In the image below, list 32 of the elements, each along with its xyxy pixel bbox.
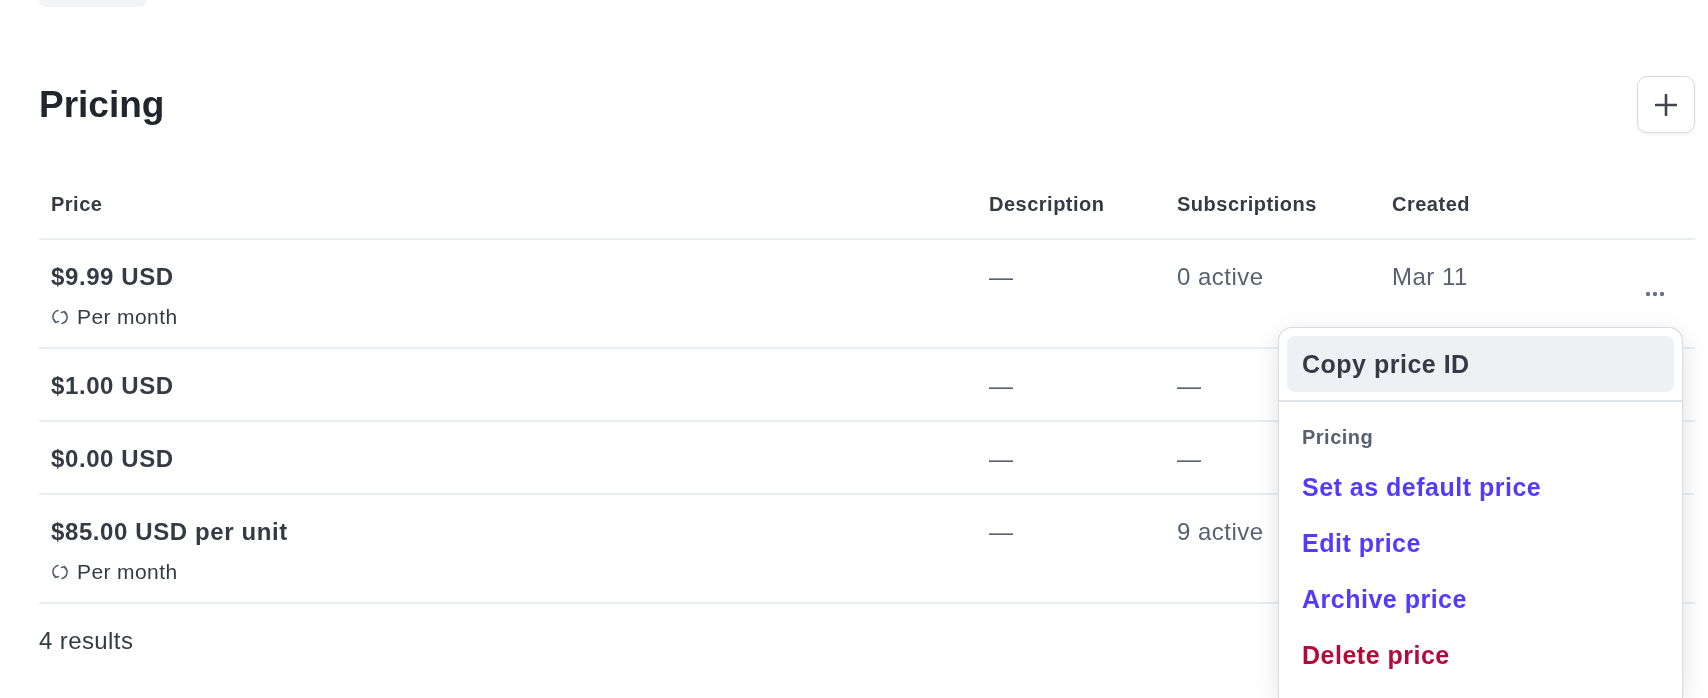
column-header: Created (1392, 192, 1470, 215)
menu-item[interactable]: Delete price (1287, 627, 1674, 683)
more-icon (1644, 290, 1665, 297)
section-title: Pricing (39, 83, 165, 126)
table-cell: 9 active (1177, 518, 1264, 545)
interval-text: Per month (77, 560, 178, 584)
table-cell: — (1177, 372, 1202, 399)
column-header: Price (51, 192, 103, 215)
column-header: Subscriptions (1177, 192, 1317, 215)
menu-item[interactable]: Copy price ID (1287, 336, 1674, 392)
column-header: Description (989, 192, 1105, 215)
price-text: $9.99 USD (51, 263, 175, 291)
table-cell: — (989, 263, 1014, 290)
table-cell: — (989, 518, 1014, 545)
plus-icon (1655, 93, 1677, 116)
refresh-icon (51, 308, 69, 326)
table-cell: 0 active (1177, 263, 1264, 290)
price-text: $85.00 USD per unit (51, 518, 289, 546)
table-cell: — (1177, 445, 1202, 472)
table-cell: Mar 11 (1392, 263, 1468, 290)
menu-item[interactable]: Edit price (1287, 515, 1674, 571)
menu-item[interactable]: Archive price (1287, 571, 1674, 627)
menu-heading: Pricing (1301, 425, 1375, 450)
table-cell: — (989, 445, 1014, 472)
menu-item[interactable]: Set as default price (1287, 459, 1674, 515)
refresh-icon (51, 563, 69, 581)
price-text: $1.00 USD (51, 372, 175, 400)
price-text: $0.00 USD (51, 445, 175, 473)
add-button[interactable] (1637, 76, 1695, 133)
interval-text: Per month (77, 305, 178, 329)
results-count: 4 results (39, 627, 134, 655)
table-cell: — (989, 372, 1014, 399)
